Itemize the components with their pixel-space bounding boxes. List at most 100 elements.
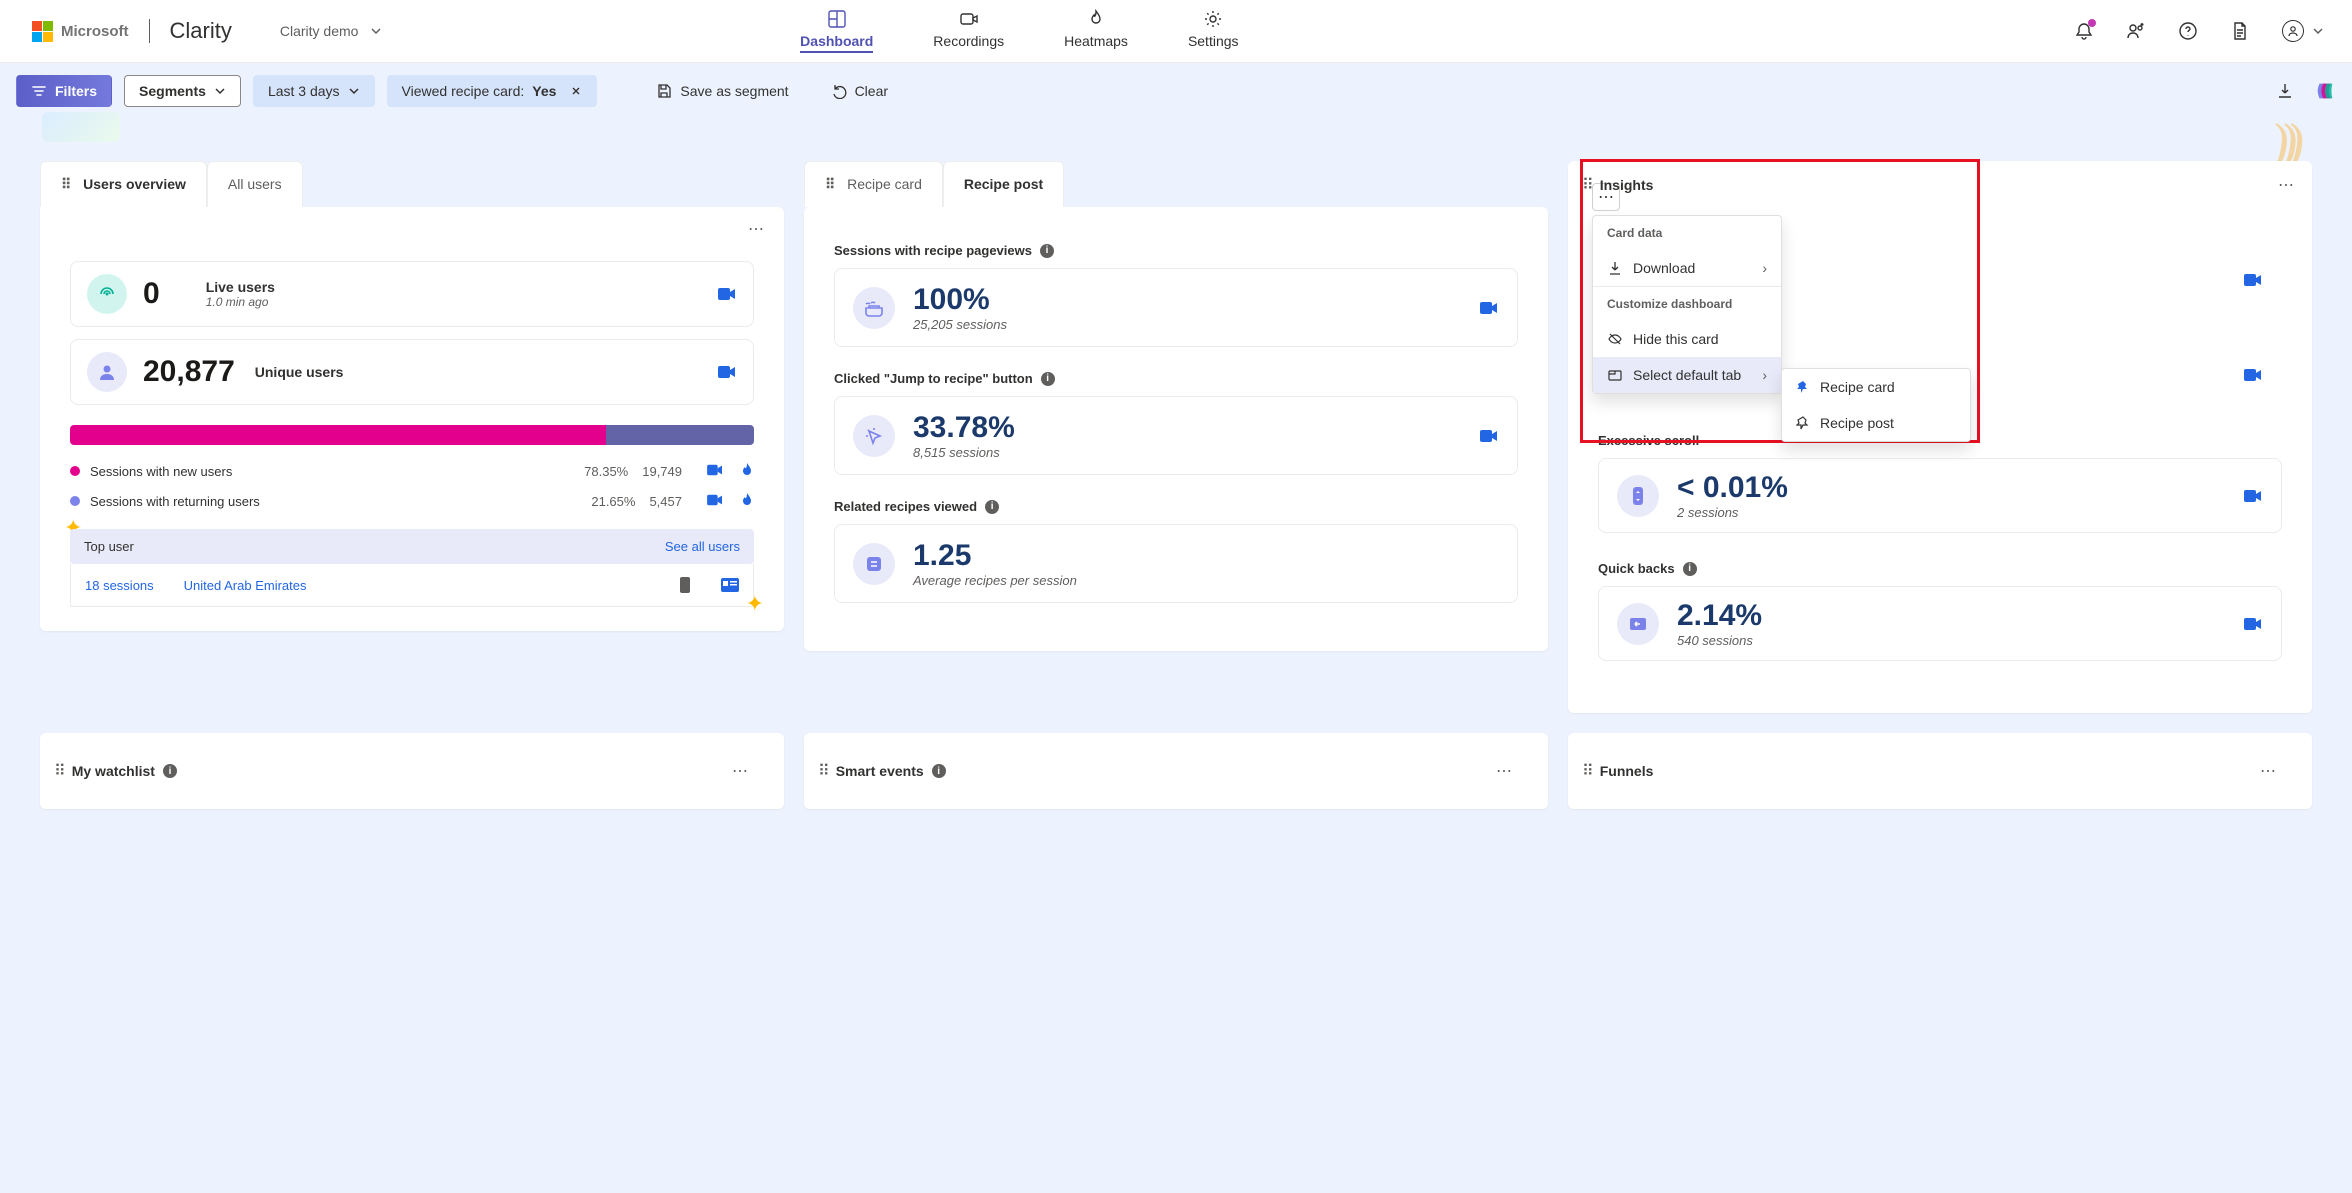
filters-button[interactable]: Filters xyxy=(16,75,112,107)
camera-icon xyxy=(2243,272,2263,288)
legend-ret-pct: 21.65% xyxy=(591,494,635,509)
info-icon[interactable]: i xyxy=(163,764,177,778)
view-recordings-button[interactable] xyxy=(2243,272,2263,288)
brand-divider xyxy=(149,19,150,43)
card-menu-button[interactable]: ⋯ xyxy=(2242,747,2294,795)
view-recordings-button[interactable] xyxy=(1479,300,1499,316)
drag-handle-icon[interactable]: ⠿ xyxy=(804,761,836,781)
default-tab-submenu: Recipe card Recipe post xyxy=(1781,368,1971,442)
scroll-sub: 2 sessions xyxy=(1677,505,1788,520)
sessions-split-bar xyxy=(70,425,754,445)
info-icon[interactable]: i xyxy=(932,764,946,778)
top-user-row[interactable]: 18 sessions United Arab Emirates xyxy=(70,564,754,607)
help-button[interactable] xyxy=(2178,21,2198,41)
submenu-recipe-post[interactable]: Recipe post xyxy=(1782,405,1970,441)
view-recordings-button[interactable] xyxy=(717,364,737,380)
card-menu-button[interactable]: ⋯ xyxy=(742,215,770,243)
drag-handle-icon[interactable]: ⠿ xyxy=(1568,175,1600,195)
recipe-m1-sub: 25,205 sessions xyxy=(913,317,1007,332)
tab-recordings[interactable]: Recordings xyxy=(933,9,1004,53)
tab-users-overview[interactable]: ⠿ Users overview xyxy=(40,161,207,207)
save-icon xyxy=(656,83,672,99)
heatmaps-icon xyxy=(1086,9,1106,29)
camera-icon[interactable] xyxy=(706,463,724,477)
save-segment-button[interactable]: Save as segment xyxy=(641,75,803,107)
recordings-icon xyxy=(959,9,979,29)
camera-icon xyxy=(2243,488,2263,504)
recipe-m1-label: Sessions with recipe pageviews i xyxy=(834,243,1518,258)
recipe-m2-row: 33.78% 8,515 sessions xyxy=(834,396,1518,475)
heatmap-icon[interactable] xyxy=(740,493,754,509)
ms-text: Microsoft xyxy=(61,23,129,40)
view-recordings-button[interactable] xyxy=(717,286,737,302)
view-recordings-button[interactable] xyxy=(1479,428,1499,444)
unique-users-value: 20,877 xyxy=(143,355,235,389)
ctx-download[interactable]: Download › xyxy=(1593,250,1781,286)
recipe-m2-sub: 8,515 sessions xyxy=(913,445,1015,460)
view-recordings-button[interactable] xyxy=(2243,367,2263,383)
tab-heatmaps[interactable]: Heatmaps xyxy=(1064,9,1128,53)
filter-bar: Filters Segments Last 3 days Viewed reci… xyxy=(0,63,2352,119)
download-icon[interactable] xyxy=(2276,82,2294,100)
legend-ret-n: 5,457 xyxy=(649,494,682,509)
ctx-hide-card[interactable]: Hide this card xyxy=(1593,321,1781,357)
scroll-icon xyxy=(1617,475,1659,517)
watchlist-title: My watchlist xyxy=(72,763,155,779)
chevron-right-icon: › xyxy=(1762,367,1767,383)
tab-recipe-card[interactable]: ⠿ Recipe card xyxy=(804,161,943,207)
info-icon[interactable]: i xyxy=(1040,244,1054,258)
recipe-m3-row: 1.25 Average recipes per session xyxy=(834,524,1518,603)
account-menu[interactable] xyxy=(2282,20,2324,42)
scroll-val: < 0.01% xyxy=(1677,471,1788,505)
ctx-header-customize: Customize dashboard xyxy=(1593,287,1781,321)
tab-all-users[interactable]: All users xyxy=(207,161,303,207)
segments-button[interactable]: Segments xyxy=(124,75,241,107)
chevron-right-icon: › xyxy=(1762,260,1767,276)
drag-handle-icon[interactable]: ⠿ xyxy=(40,761,72,781)
see-all-users-link[interactable]: See all users xyxy=(665,539,740,554)
tab-dashboard[interactable]: Dashboard xyxy=(800,9,873,53)
help-icon xyxy=(2178,21,2198,41)
copilot-icon[interactable] xyxy=(2314,80,2336,102)
document-button[interactable] xyxy=(2230,21,2250,41)
info-icon[interactable]: i xyxy=(985,500,999,514)
microsoft-logo[interactable]: Microsoft xyxy=(32,21,129,42)
share-button[interactable] xyxy=(2126,21,2146,41)
card-menu-button[interactable]: ⋯ xyxy=(2260,161,2312,209)
date-range-chip[interactable]: Last 3 days xyxy=(253,75,375,107)
drag-handle-icon[interactable]: ⠿ xyxy=(61,176,79,192)
close-icon[interactable] xyxy=(570,85,582,97)
legend-new-pct: 78.35% xyxy=(584,464,628,479)
filter-chip-viewed-recipe[interactable]: Viewed recipe card: Yes xyxy=(387,75,598,107)
funnels-title: Funnels xyxy=(1600,763,1654,779)
top-nav: Microsoft Clarity Clarity demo Dashboard… xyxy=(0,0,2352,63)
tab-recipe-post-label: Recipe post xyxy=(964,176,1043,192)
tab-heatmaps-label: Heatmaps xyxy=(1064,33,1128,49)
card-menu-button[interactable]: ⋯ xyxy=(714,747,766,795)
ctx-select-default-tab[interactable]: Select default tab › xyxy=(1593,357,1781,393)
drag-handle-icon[interactable]: ⠿ xyxy=(825,176,843,192)
notifications-button[interactable] xyxy=(2074,21,2094,41)
project-selector[interactable]: Clarity demo xyxy=(280,23,383,39)
camera-icon[interactable] xyxy=(706,493,724,507)
clear-button[interactable]: Clear xyxy=(816,75,903,107)
avatar-icon xyxy=(2282,20,2304,42)
live-icon xyxy=(87,274,127,314)
id-card-icon[interactable] xyxy=(721,578,739,592)
card-context-menu: Card data Download › Customize dashboard… xyxy=(1592,215,1782,394)
hide-icon xyxy=(1607,331,1623,347)
tab-settings[interactable]: Settings xyxy=(1188,9,1239,53)
tab-recipe-post[interactable]: Recipe post xyxy=(943,161,1064,207)
info-icon[interactable]: i xyxy=(1041,372,1055,386)
drag-handle-icon[interactable]: ⠿ xyxy=(1568,761,1600,781)
card-menu-button[interactable]: ⋯ xyxy=(1478,747,1530,795)
document-icon xyxy=(2230,21,2250,41)
view-recordings-button[interactable] xyxy=(2243,616,2263,632)
legend-ret-label: Sessions with returning users xyxy=(90,494,260,509)
view-recordings-button[interactable] xyxy=(2243,488,2263,504)
info-icon[interactable]: i xyxy=(1683,562,1697,576)
recipe-m1-row: 100% 25,205 sessions xyxy=(834,268,1518,347)
heatmap-icon[interactable] xyxy=(740,463,754,479)
top-user-country: United Arab Emirates xyxy=(184,578,307,593)
submenu-recipe-card[interactable]: Recipe card xyxy=(1782,369,1970,405)
